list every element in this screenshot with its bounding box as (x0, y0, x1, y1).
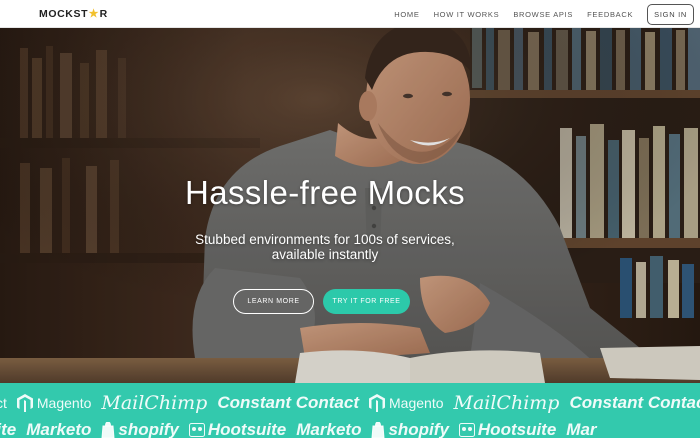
hootsuite-logo: Hootsuite (188, 420, 287, 438)
mockstar-logo[interactable]: MOCKST ★ R (39, 8, 108, 20)
magento-label: Magento (389, 395, 444, 411)
magento-label: Magento (36, 395, 92, 411)
hootsuite-logo: uite (0, 420, 17, 438)
nav-browse-apis[interactable]: BROWSE APIS (513, 10, 573, 19)
magento-icon (16, 394, 33, 412)
nav-how-it-works[interactable]: HOW IT WORKS (434, 10, 500, 19)
shopify-label: shopify (118, 420, 179, 438)
hero-section: Hassle-free Mocks Stubbed environments f… (0, 28, 700, 383)
constant-contact-logo: Constant Contact (217, 393, 360, 412)
magento-icon (369, 394, 386, 412)
magento-logo: Magento (16, 394, 92, 412)
owl-icon (188, 423, 205, 437)
marketo-logo: Marketo (296, 420, 362, 438)
sign-in-button[interactable]: SIGN IN (647, 3, 694, 25)
hootsuite-label: Hootsuite (477, 420, 557, 438)
learn-more-button[interactable]: LEARN MORE (233, 289, 314, 314)
constant-contact-logo: Constant Contact (569, 393, 700, 412)
hero-subtitle-line1: Stubbed environments for 100s of service… (195, 232, 455, 247)
logo-row-2: uite Marketo shopify Hootsuite Marketo s… (0, 419, 607, 438)
shopify-icon (101, 422, 115, 438)
marketo-logo: Marketo (26, 420, 92, 438)
logo-text-right: R (99, 8, 108, 20)
hootsuite-label: Hootsuite (207, 420, 287, 438)
shopify-logo: shopify (101, 420, 179, 438)
nav-links: HOME HOW IT WORKS BROWSE APIS FEEDBACK S… (394, 0, 700, 28)
try-it-for-free-button[interactable]: TRY IT FOR FREE (323, 289, 410, 314)
owl-icon (458, 423, 475, 437)
nav-home[interactable]: HOME (394, 10, 419, 19)
shopify-logo: shopify (371, 420, 449, 438)
hero-title: Hassle-free Mocks (184, 174, 466, 211)
logo-row-1: ct Magento MailChimp Constant Contact Ma… (0, 392, 700, 414)
mailchimp-logo: MailChimp (101, 392, 208, 414)
hero-subtitle: Stubbed environments for 100s of service… (150, 232, 500, 262)
marketo-logo: Mar (566, 420, 597, 438)
shopify-icon (371, 422, 385, 438)
top-navbar: MOCKST ★ R HOME HOW IT WORKS BROWSE APIS F… (0, 0, 700, 28)
mailchimp-logo: MailChimp (453, 392, 560, 414)
nav-feedback[interactable]: FEEDBACK (587, 10, 633, 19)
shopify-label: shopify (388, 420, 449, 438)
star-icon: ★ (88, 7, 100, 20)
partner-logo-strip: ct Magento MailChimp Constant Contact Ma… (0, 383, 700, 438)
logo-text-left: MOCKST (39, 8, 89, 20)
hootsuite-logo: Hootsuite (458, 420, 557, 438)
brand-logo: ct (0, 395, 7, 411)
magento-logo: Magento (369, 394, 444, 412)
hero-subtitle-line2: available instantly (271, 247, 379, 262)
